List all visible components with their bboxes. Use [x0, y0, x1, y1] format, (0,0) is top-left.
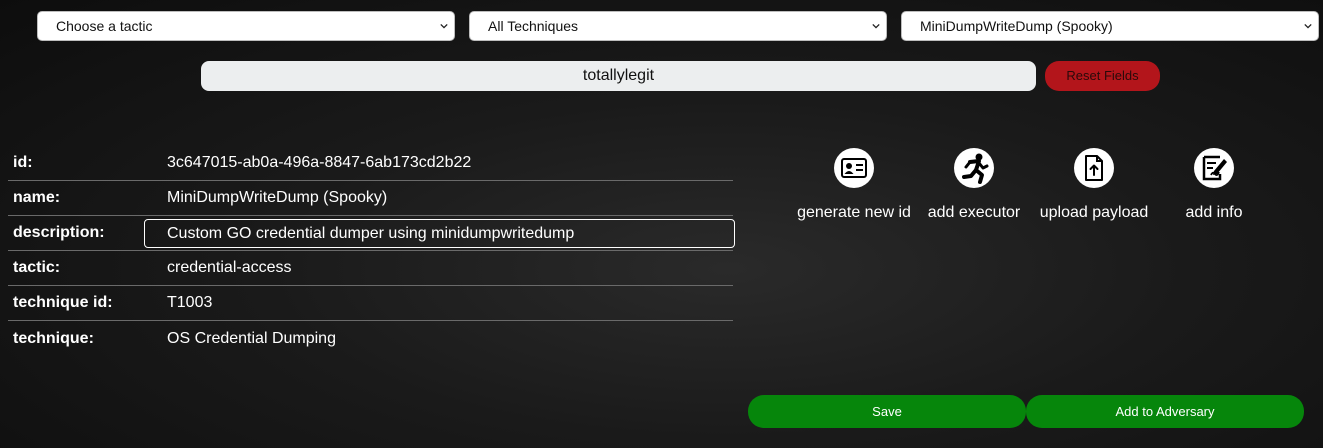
field-label: name:	[13, 189, 61, 206]
id-card-icon	[834, 148, 874, 188]
field-row-description: description: Custom GO credential dumper…	[8, 216, 735, 251]
field-value-name[interactable]: MiniDumpWriteDump (Spooky)	[162, 189, 387, 207]
ability-select[interactable]: MiniDumpWriteDump (Spooky)	[901, 11, 1319, 41]
field-row-name: name: MiniDumpWriteDump (Spooky)	[8, 181, 733, 216]
add-info-label: add info	[1185, 204, 1243, 221]
field-label: technique:	[13, 329, 94, 347]
field-label: tactic:	[13, 259, 61, 276]
field-row-technique-id: technique id: T1003	[8, 286, 733, 321]
ability-select-value: MiniDumpWriteDump (Spooky)	[920, 18, 1113, 34]
field-row-technique: technique: OS Credential Dumping	[8, 321, 733, 356]
chevron-down-icon	[872, 23, 880, 29]
description-input[interactable]: Custom GO credential dumper using minidu…	[144, 219, 735, 248]
save-button[interactable]: Save	[748, 395, 1026, 428]
field-label: description:	[13, 224, 105, 241]
edit-document-icon	[1194, 148, 1234, 188]
tactic-select-value: Choose a tactic	[56, 18, 153, 34]
reset-fields-button[interactable]: Reset Fields	[1045, 61, 1160, 91]
field-row-id: id: 3c647015-ab0a-496a-8847-6ab173cd2b22	[8, 146, 733, 181]
field-value-technique[interactable]: OS Credential Dumping	[162, 330, 336, 348]
running-person-icon	[954, 148, 994, 188]
upload-payload-label: upload payload	[1039, 204, 1149, 221]
field-value-technique-id[interactable]: T1003	[162, 294, 212, 312]
technique-select[interactable]: All Techniques	[469, 11, 887, 41]
field-row-tactic: tactic: credential-access	[8, 251, 733, 286]
add-executor-button[interactable]: add executor	[909, 148, 1039, 222]
search-input[interactable]: totallylegit	[201, 61, 1036, 91]
add-executor-label: add executor	[927, 204, 1021, 221]
generate-new-id-button[interactable]: generate new id	[789, 148, 919, 222]
generate-new-id-label: generate new id	[797, 204, 911, 221]
technique-select-value: All Techniques	[488, 18, 579, 34]
field-label: technique id:	[13, 294, 113, 311]
field-value-tactic[interactable]: credential-access	[162, 259, 292, 277]
chevron-down-icon	[440, 23, 448, 29]
upload-payload-button[interactable]: upload payload	[1029, 148, 1159, 222]
tactic-select[interactable]: Choose a tactic	[37, 11, 455, 41]
ability-fields-table: id: 3c647015-ab0a-496a-8847-6ab173cd2b22…	[8, 146, 735, 356]
field-value-id[interactable]: 3c647015-ab0a-496a-8847-6ab173cd2b22	[162, 154, 471, 172]
chevron-down-icon	[1304, 23, 1312, 29]
add-info-button[interactable]: add info	[1149, 148, 1279, 222]
field-label: id:	[13, 154, 33, 171]
file-upload-icon	[1074, 148, 1114, 188]
add-to-adversary-button[interactable]: Add to Adversary	[1026, 395, 1304, 428]
